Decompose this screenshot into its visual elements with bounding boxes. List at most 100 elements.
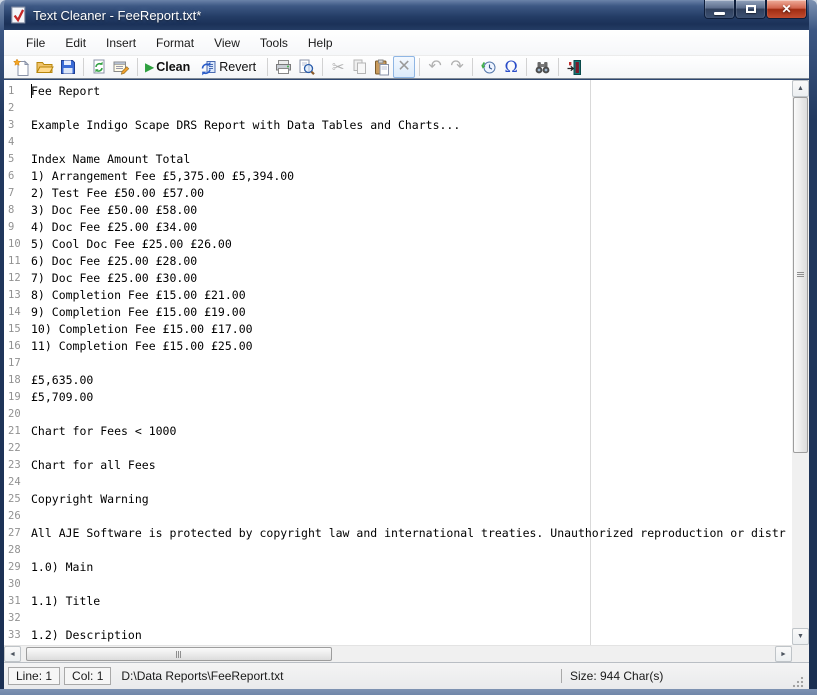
insert-symbol-button[interactable]: Ω xyxy=(500,56,522,78)
line-number: 13 xyxy=(4,287,31,304)
find-button[interactable] xyxy=(531,56,554,78)
binoculars-icon xyxy=(534,59,551,75)
editor-line: 9 4) Doc Fee £25.00 £34.00 xyxy=(4,219,792,236)
menu-item-file[interactable]: File xyxy=(16,32,55,54)
new-document-button[interactable] xyxy=(10,56,33,78)
status-bar: Line: 1 Col: 1 D:\Data Reports\FeeReport… xyxy=(4,662,809,689)
thumb-grip-icon xyxy=(797,272,804,278)
scroll-right-button[interactable]: ► xyxy=(775,646,792,662)
omega-icon: Ω xyxy=(504,59,517,75)
toolbar-separator xyxy=(526,58,527,76)
resize-grip[interactable] xyxy=(791,675,805,689)
line-number: 10 xyxy=(4,236,31,253)
undo-button[interactable]: ↶ xyxy=(424,56,446,78)
editor-line: 25 Copyright Warning xyxy=(4,491,792,508)
revert-button[interactable]: Revert xyxy=(197,56,263,78)
redo-button[interactable]: ↷ xyxy=(446,56,468,78)
line-number: 25 xyxy=(4,491,31,508)
copy-button[interactable] xyxy=(349,56,371,78)
line-number: 22 xyxy=(4,440,31,457)
save-button[interactable] xyxy=(57,56,79,78)
clean-button[interactable]: ▶ Clean xyxy=(142,56,197,78)
menu-item-view[interactable]: View xyxy=(204,32,250,54)
toolbar-separator xyxy=(419,58,420,76)
line-text: Example Indigo Scape DRS Report with Dat… xyxy=(31,117,460,134)
line-number: 5 xyxy=(4,151,31,168)
print-preview-button[interactable] xyxy=(295,56,318,78)
exit-door-icon xyxy=(566,59,582,76)
arrow-right-icon: ► xyxy=(780,651,787,658)
line-number: 32 xyxy=(4,610,31,627)
editor-line: 3 Example Indigo Scape DRS Report with D… xyxy=(4,117,792,134)
editor-line: 31 1.1) Title xyxy=(4,593,792,610)
cut-button[interactable]: ✂ xyxy=(327,56,349,78)
app-window: Text Cleaner - FeeReport.txt* ✕ File Edi… xyxy=(0,0,817,695)
print-icon xyxy=(275,59,292,75)
editor-line: 30 xyxy=(4,576,792,593)
line-text: Chart for all Fees xyxy=(31,457,156,474)
editor-region: 1 Fee Report 2 3 Example Indigo Scape DR… xyxy=(4,80,809,645)
copy-icon xyxy=(352,59,368,75)
refresh-document-button[interactable] xyxy=(88,56,110,78)
menu-item-help[interactable]: Help xyxy=(298,32,343,54)
horizontal-scrollbar[interactable]: ◄ ► xyxy=(4,645,792,662)
minimize-icon xyxy=(714,12,725,15)
line-number: 3 xyxy=(4,117,31,134)
line-text: 2) Test Fee £50.00 £57.00 xyxy=(31,185,204,202)
editor-line: 17 xyxy=(4,355,792,372)
line-number: 28 xyxy=(4,542,31,559)
paste-button[interactable] xyxy=(371,56,393,78)
delete-x-icon: ✕ xyxy=(397,59,410,75)
menu-item-insert[interactable]: Insert xyxy=(96,32,146,54)
redo-icon: ↷ xyxy=(450,59,463,75)
line-text: Fee Report xyxy=(31,83,100,100)
delete-button[interactable]: ✕ xyxy=(393,56,415,78)
scroll-left-button[interactable]: ◄ xyxy=(4,646,21,662)
toolbar-separator xyxy=(267,58,268,76)
title-bar[interactable]: Text Cleaner - FeeReport.txt* ✕ xyxy=(0,0,817,30)
line-number: 12 xyxy=(4,270,31,287)
line-number: 8 xyxy=(4,202,31,219)
minimize-button[interactable] xyxy=(704,0,735,19)
clean-play-icon: ▶ xyxy=(145,61,154,73)
scroll-down-button[interactable]: ▼ xyxy=(792,628,809,645)
line-text: 10) Completion Fee £15.00 £17.00 xyxy=(31,321,253,338)
editor-line: 5 Index Name Amount Total xyxy=(4,151,792,168)
toolbar-separator xyxy=(472,58,473,76)
line-number: 33 xyxy=(4,627,31,644)
insert-datetime-button[interactable] xyxy=(477,56,500,78)
editor-line: 14 9) Completion Fee £15.00 £19.00 xyxy=(4,304,792,321)
line-text: 1.2) Description xyxy=(31,627,142,644)
thumb-grip-icon xyxy=(176,651,182,658)
clean-label: Clean xyxy=(156,60,190,74)
close-button[interactable]: ✕ xyxy=(766,0,807,19)
editor-line: 19 £5,709.00 xyxy=(4,389,792,406)
line-number: 1 xyxy=(4,83,31,100)
line-text: 4) Doc Fee £25.00 £34.00 xyxy=(31,219,197,236)
scrollbar-corner xyxy=(792,645,809,662)
editor-line: 22 xyxy=(4,440,792,457)
properties-button[interactable] xyxy=(110,56,133,78)
toolbar-separator xyxy=(322,58,323,76)
maximize-button[interactable] xyxy=(735,0,766,19)
text-editor[interactable]: 1 Fee Report 2 3 Example Indigo Scape DR… xyxy=(4,80,792,645)
exit-button[interactable] xyxy=(563,56,585,78)
print-button[interactable] xyxy=(272,56,295,78)
open-button[interactable] xyxy=(33,56,57,78)
editor-line: 7 2) Test Fee £50.00 £57.00 xyxy=(4,185,792,202)
scroll-up-button[interactable]: ▲ xyxy=(792,80,809,97)
menu-item-format[interactable]: Format xyxy=(146,32,204,54)
editor-line: 24 xyxy=(4,474,792,491)
line-text: 5) Cool Doc Fee £25.00 £26.00 xyxy=(31,236,232,253)
revert-icon xyxy=(200,59,217,76)
menu-item-edit[interactable]: Edit xyxy=(55,32,96,54)
menu-item-tools[interactable]: Tools xyxy=(250,32,298,54)
line-number: 14 xyxy=(4,304,31,321)
line-text: 11) Completion Fee £15.00 £25.00 xyxy=(31,338,253,355)
line-number: 20 xyxy=(4,406,31,423)
horizontal-scroll-thumb[interactable] xyxy=(26,647,332,661)
line-number: 29 xyxy=(4,559,31,576)
vertical-scrollbar[interactable]: ▲ ▼ xyxy=(792,80,809,645)
maximize-icon xyxy=(746,5,756,13)
vertical-scroll-thumb[interactable] xyxy=(793,97,808,453)
